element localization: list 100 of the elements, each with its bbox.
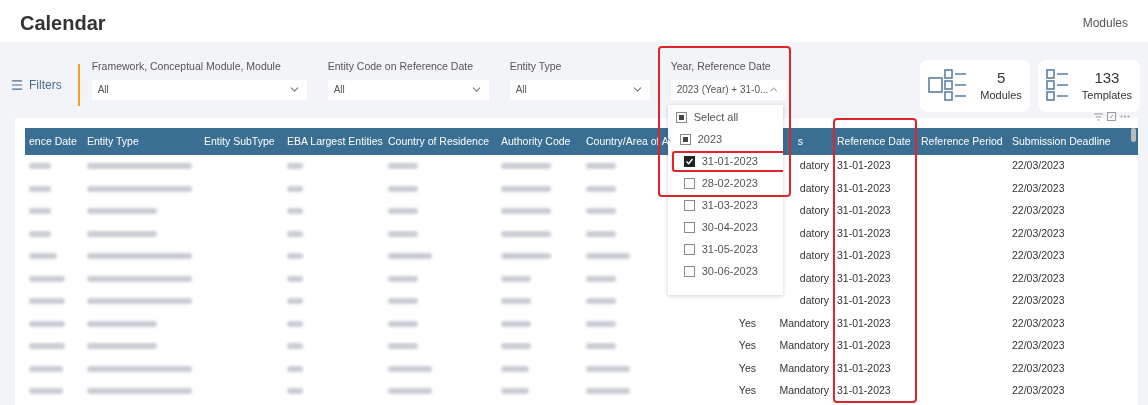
checkbox[interactable] (683, 266, 695, 277)
checkbox[interactable] (683, 222, 695, 233)
blurred-text (586, 208, 616, 215)
table-cell-text: 22/03/2023 (1012, 270, 1065, 286)
table-cell-text: 22/03/2023 (1012, 203, 1065, 219)
slicer-label: Entity Type (509, 59, 563, 74)
blurred-text (586, 185, 616, 192)
blurred-text (586, 343, 616, 350)
blurred-text (29, 298, 65, 305)
blurred-text (501, 298, 531, 305)
table-cell-text: 31-01-2023 (837, 338, 891, 354)
menu-icon (10, 78, 24, 92)
table-cell-text: 22/03/2023 (1012, 180, 1065, 196)
blurred-text (287, 185, 303, 192)
blurred-text (388, 185, 418, 192)
table-cell-text: Mandatory (779, 338, 829, 354)
table-cell-text: datory (799, 158, 829, 174)
table-cell-text: Mandatory (779, 360, 829, 376)
modules-icon (928, 68, 969, 104)
blurred-text (388, 388, 432, 395)
blurred-text (29, 343, 65, 350)
blurred-text (287, 208, 303, 215)
nav-link[interactable]: Modules (1082, 14, 1128, 32)
column-header[interactable]: Reference Period (921, 133, 1003, 150)
more-icon[interactable] (1120, 115, 1130, 118)
blurred-text (287, 343, 303, 350)
checkbox[interactable] (683, 178, 695, 189)
blurred-text (501, 365, 529, 372)
table-cell-text: Mandatory (779, 383, 829, 399)
column-header[interactable]: Country of Residence (388, 133, 489, 150)
table-cell-text: Yes (738, 315, 756, 331)
blurred-text (388, 208, 418, 215)
table-cell-text: 31-01-2023 (837, 203, 891, 219)
slicer-label: Framework, Conceptual Module, Module (91, 59, 282, 74)
blurred-text (287, 163, 303, 170)
blurred-text (388, 163, 418, 170)
checkbox[interactable] (679, 134, 691, 145)
slicer-label: Year, Reference Date (670, 59, 772, 74)
blurred-text (388, 365, 432, 372)
dropdown-field[interactable]: All (509, 79, 650, 100)
column-header[interactable]: Entity SubType (204, 133, 275, 150)
checkbox[interactable] (683, 244, 695, 255)
filters-button[interactable]: Filters (10, 76, 62, 94)
blurred-text (586, 365, 630, 372)
blurred-text (388, 298, 418, 305)
blurred-text (586, 320, 616, 327)
column-header[interactable]: Entity Type (87, 133, 139, 150)
dropdown-field[interactable]: All (91, 79, 307, 100)
dropdown-field[interactable]: All (327, 79, 489, 100)
table-cell-text: 31-01-2023 (837, 383, 891, 399)
checkbox[interactable] (683, 200, 695, 211)
table-cell-text: 22/03/2023 (1012, 315, 1065, 331)
blurred-text (29, 320, 65, 327)
option-label[interactable]: 28-02-2023 (701, 175, 758, 192)
blurred-text (287, 320, 303, 327)
kpi-label: Templates (1081, 87, 1132, 103)
table-cell-text: Mandatory (779, 315, 829, 331)
option-label[interactable]: 31-03-2023 (701, 197, 758, 214)
blurred-text (501, 230, 551, 237)
kpi-value: 133 (1094, 68, 1120, 87)
column-header[interactable]: Reference Date (837, 133, 911, 150)
column-header[interactable]: EBA Largest Entities (287, 133, 383, 150)
dropdown-field[interactable]: 2023 (Year) + 31-0... (670, 79, 786, 100)
column-header[interactable]: Submission Deadline (1012, 133, 1111, 150)
list-icon (1045, 68, 1070, 104)
blurred-text (29, 365, 63, 372)
focus-mode-icon[interactable] (1107, 112, 1116, 121)
kpi-value: 5 (996, 68, 1006, 87)
checkbox[interactable] (675, 112, 687, 123)
column-header[interactable]: ence Date (29, 133, 77, 150)
table-cell-text: 22/03/2023 (1012, 248, 1065, 264)
blurred-text (287, 298, 303, 305)
blurred-text (29, 230, 51, 237)
option-label[interactable]: 30-04-2023 (701, 219, 758, 236)
blurred-text (501, 163, 551, 170)
table-cell-text: Yes (738, 383, 756, 399)
column-header[interactable]: Authority Code (501, 133, 571, 150)
option-label[interactable]: 2023 (697, 131, 723, 148)
option-label[interactable]: Select all (693, 109, 739, 126)
checkbox[interactable] (683, 156, 695, 167)
table-cell-text: datory (799, 293, 829, 309)
blurred-text (87, 320, 157, 327)
blurred-text (388, 230, 418, 237)
blurred-text (501, 185, 551, 192)
blurred-text (501, 320, 531, 327)
blurred-text (29, 388, 63, 395)
blurred-text (501, 253, 551, 260)
option-label[interactable]: 30-06-2023 (701, 263, 758, 280)
option-label[interactable]: 31-05-2023 (701, 241, 758, 258)
scrollbar-thumb[interactable] (1131, 128, 1136, 142)
blurred-text (87, 230, 157, 237)
blurred-text (586, 253, 630, 260)
column-header[interactable]: s (797, 133, 803, 150)
table-cell-text: 31-01-2023 (837, 248, 891, 264)
table-cell-text: 31-01-2023 (837, 360, 891, 376)
blurred-text (501, 388, 529, 395)
blurred-text (586, 298, 616, 305)
table-cell-text: 22/03/2023 (1012, 293, 1065, 309)
option-label[interactable]: 31-01-2023 (701, 153, 758, 170)
blurred-text (29, 253, 57, 260)
